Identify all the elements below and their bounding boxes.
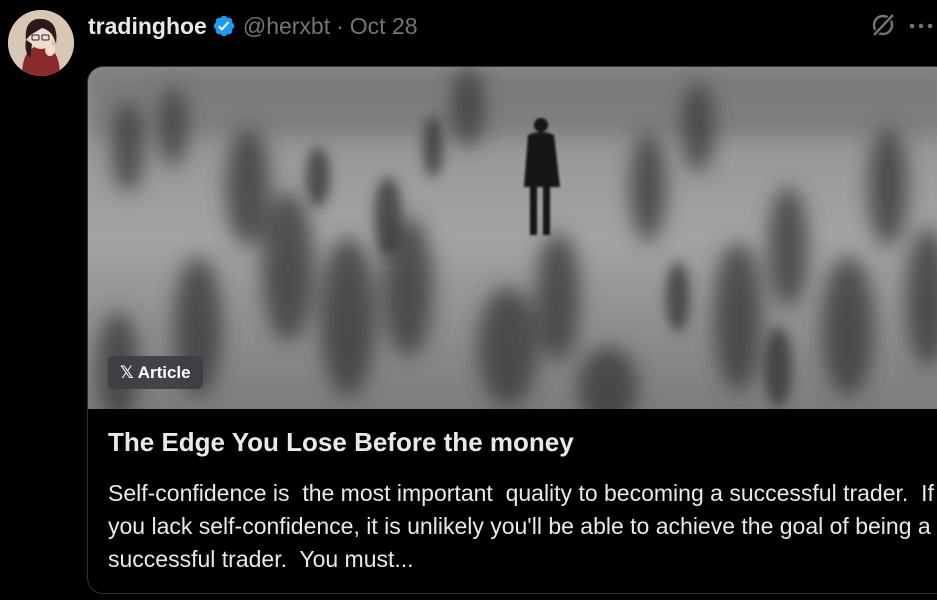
handle[interactable]: @herxbt — [243, 13, 330, 40]
tweet[interactable]: tradinghoe @herxbt · Oct 28 𝕏 Article Th… — [0, 0, 937, 600]
more-button[interactable] — [908, 10, 937, 44]
tweet-date[interactable]: Oct 28 — [350, 13, 418, 40]
separator-dot: · — [336, 12, 344, 39]
article-title[interactable]: The Edge You Lose Before the money — [108, 427, 574, 458]
verified-badge-icon[interactable] — [212, 14, 236, 38]
article-cover-image[interactable]: 𝕏 Article — [88, 67, 937, 409]
display-name[interactable]: tradinghoe — [88, 13, 207, 40]
tweet-header: tradinghoe @herxbt · Oct 28 — [88, 10, 418, 42]
article-card[interactable]: 𝕏 Article The Edge You Lose Before the m… — [87, 66, 937, 594]
article-badge-label: Article — [137, 362, 191, 382]
grok-button[interactable] — [866, 10, 900, 44]
avatar[interactable] — [8, 10, 74, 76]
grok-icon — [869, 11, 897, 44]
article-badge: 𝕏 Article — [108, 356, 203, 389]
more-horizontal-icon — [908, 18, 937, 36]
article-description: Self-confidence is the most important qu… — [108, 480, 934, 572]
x-logo-icon: 𝕏 — [120, 362, 134, 382]
